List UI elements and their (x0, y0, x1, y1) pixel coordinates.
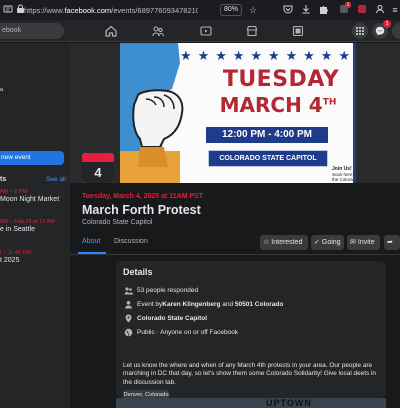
create-new-event-button[interactable]: new event (0, 151, 64, 165)
cover-date-suffix: TH (322, 97, 337, 108)
hosts-row: Event by Karen Klingenberg and 50501 Col… (123, 299, 283, 310)
download-icon[interactable] (300, 4, 312, 16)
invite-label: Invite (357, 239, 375, 246)
tab-discussion[interactable]: Discussion (114, 238, 148, 245)
zoom-level-button[interactable]: 80% (220, 4, 242, 16)
extension-red-icon[interactable] (356, 4, 368, 16)
event-location[interactable]: Colorado State Capitol (82, 219, 152, 226)
events-sidebar: a AM – 8 PM Moon Night Market new event … (0, 43, 70, 408)
details-card: Details 53 people responded Event by Kar… (116, 261, 386, 401)
tabs-divider (70, 254, 400, 255)
going-button[interactable]: ✓ Going (311, 235, 344, 250)
event-by-prefix: Event by (137, 301, 163, 308)
cover-place-banner: COLORADO STATE CAPITOL (208, 150, 328, 167)
star-icon: ☆ (263, 239, 270, 246)
url-prefix: https://www. (24, 5, 65, 15)
sidebar-item-time: AM – 8 PM (0, 189, 28, 195)
event-datetime: Tuesday, March 4, 2025 at 11AM PST (82, 193, 204, 200)
cover-time-banner: 12:00 PM - 4:00 PM (206, 127, 328, 143)
event-main: ★ ★ ★ ★ ★ ★ ★ ★ ★ ★ TUESDAY MARCH 4TH 12:00 PM - … (70, 43, 400, 408)
check-circle-icon: ✓ (314, 239, 320, 246)
page-info-icon[interactable] (2, 4, 14, 16)
going-label: Going (321, 239, 341, 246)
cover-date-month: MARCH 4 (219, 93, 323, 117)
host-link[interactable]: Karen Klingenberg (162, 301, 220, 308)
host-link[interactable]: 50501 Colorado (235, 301, 283, 308)
video-tab-icon[interactable] (191, 20, 221, 42)
interested-button[interactable]: ☆ Interested (260, 235, 308, 250)
cover-day-text: TUESDAY (222, 67, 340, 92)
and-word: and (220, 301, 235, 308)
share-arrow-icon: ➦ (387, 239, 393, 246)
extension-badge: 1 (345, 2, 351, 8)
share-button[interactable]: ➦ (384, 235, 400, 250)
menu-grid-icon[interactable] (352, 23, 368, 39)
place-link[interactable]: Colorado State Capitol (137, 315, 207, 322)
privacy-row: Public · Anyone on or off Facebook (123, 327, 238, 338)
privacy-text: Public · Anyone on or off Facebook (137, 329, 239, 336)
url-bar[interactable]: https://www. facebook.com/events/68977609… (24, 3, 198, 17)
people-icon (123, 286, 133, 296)
facebook-top-bar: ebook 1 (0, 20, 400, 42)
search-input[interactable]: ebook (0, 23, 64, 39)
location-pin-icon (123, 314, 133, 324)
stars-decoration: ★ ★ ★ ★ ★ ★ ★ ★ ★ ★ (180, 48, 350, 63)
marketplace-tab-icon[interactable] (237, 20, 267, 42)
friends-tab-icon[interactable] (143, 20, 173, 42)
invite-button[interactable]: ✉ Invite (347, 235, 380, 250)
interested-label: Interested (271, 239, 303, 246)
globe-icon (123, 328, 133, 338)
messenger-notification-badge: 1 (383, 20, 391, 28)
see-all-link[interactable]: See all (46, 176, 66, 183)
responded-row: 53 people responded (123, 285, 198, 296)
sidebar-item-title[interactable]: e in Seattle (0, 226, 35, 233)
map-neighborhood-label: UPTOWN (266, 398, 312, 408)
sidebar-item-title[interactable]: t 2025 (0, 257, 19, 264)
sidebar-item-title[interactable]: Moon Night Market (0, 196, 59, 203)
place-row: Colorado State Capitol (123, 313, 207, 324)
notifications-icon[interactable] (392, 23, 400, 39)
sidebar-item-time: I – 11:45 PM (0, 250, 31, 256)
account-icon[interactable] (374, 4, 386, 16)
person-icon (123, 300, 133, 310)
event-day-number: 4 (82, 162, 114, 183)
bookmark-star-icon[interactable]: ☆ (247, 4, 259, 16)
sidebar-label-a: a (0, 87, 4, 93)
menu-icon[interactable]: ≡ (389, 4, 400, 16)
cover-join-body: Scan here to connect to the Colorado Cha… (332, 172, 356, 182)
browser-toolbar: https://www. facebook.com/events/68977609… (0, 0, 400, 20)
event-cover-image: ★ ★ ★ ★ ★ ★ ★ ★ ★ ★ TUESDAY MARCH 4TH 12:00 PM - … (120, 43, 356, 183)
sidebar-item-time: AM – Feb 23 at 12 AM (0, 219, 55, 225)
details-heading: Details (123, 267, 153, 277)
cover-date-text: MARCH 4TH (208, 93, 348, 117)
event-title: March Forth Protest (82, 203, 201, 217)
gaming-tab-icon[interactable] (283, 20, 313, 42)
pocket-icon[interactable] (282, 4, 294, 16)
cover-join-text: Join Us!Scan here to connect to the Colo… (332, 166, 356, 183)
event-map[interactable]: UPTOWN (116, 398, 386, 408)
event-description: Let us know the where and when of any Ma… (123, 362, 376, 386)
responded-count: 53 people responded (137, 287, 199, 294)
tab-about[interactable]: About (82, 238, 100, 245)
sidebar-section-heading: ts (0, 176, 7, 183)
event-date-badge: 4 (82, 153, 114, 183)
extensions-puzzle-icon[interactable] (318, 4, 330, 16)
envelope-icon: ✉ (350, 239, 356, 246)
url-domain: facebook.com (64, 5, 112, 15)
url-path: /events/689776093478210/ (111, 5, 198, 15)
cover-photo-area: ★ ★ ★ ★ ★ ★ ★ ★ ★ ★ TUESDAY MARCH 4TH 12:00 PM - … (70, 43, 400, 183)
home-tab-icon[interactable] (96, 20, 126, 42)
